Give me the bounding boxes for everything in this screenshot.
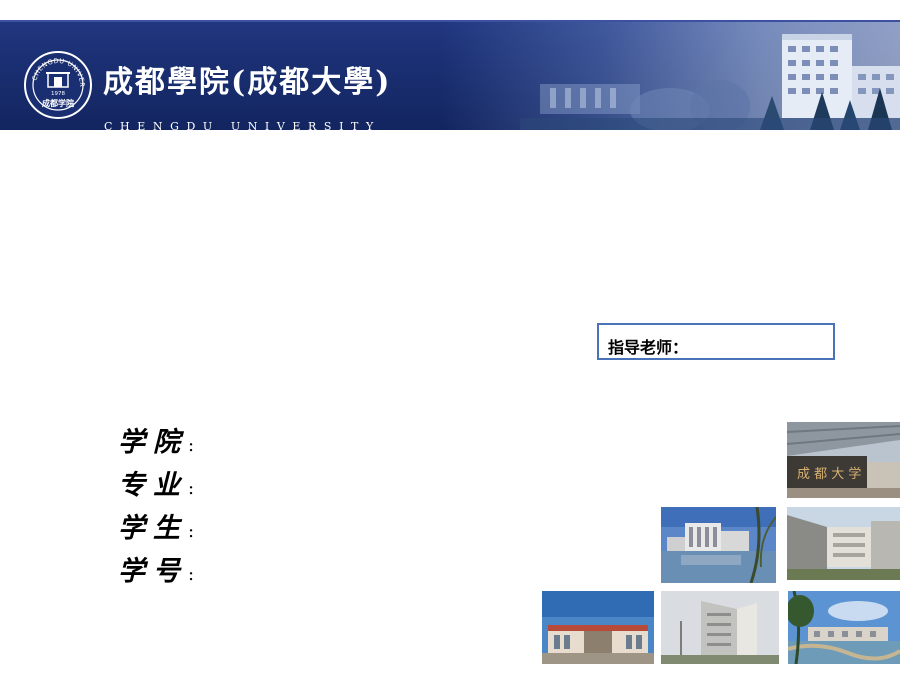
field-student-label: 学生 <box>118 513 188 544</box>
gate-caption: 成 都 大 学 <box>797 466 861 482</box>
campus-skyline-image <box>520 34 900 130</box>
field-major-colon: : <box>188 478 195 499</box>
field-major: 专业: <box>118 463 195 501</box>
field-student-id-label: 学号 <box>118 556 188 587</box>
campus-riverside-photo <box>788 591 900 664</box>
header-banner: CHENGDU UNIVERSITY 1978 成都学院 成都學院(成都大學) … <box>0 20 900 130</box>
campus-library-photo <box>542 591 654 664</box>
seal-year: 1978 <box>51 91 65 97</box>
field-college: 学院: <box>118 420 195 458</box>
field-college-colon: : <box>188 435 195 456</box>
campus-gate-photo: 成 都 大 学 <box>787 422 900 498</box>
slide-page: CHENGDU UNIVERSITY 1978 成都学院 成都學院(成都大學) … <box>0 0 900 675</box>
university-name-en: CHENGDU UNIVERSITY <box>104 120 381 130</box>
field-student-id: 学号: <box>118 549 195 587</box>
campus-plaza-photo <box>787 507 900 580</box>
university-name-cn: 成都學院(成都大學) <box>103 65 392 100</box>
seal-cn-text: 成都学院 <box>42 98 74 108</box>
campus-tall-building-photo <box>661 591 779 664</box>
advisor-field[interactable]: 指导老师： <box>597 323 835 360</box>
field-college-label: 学院 <box>118 427 188 458</box>
field-student: 学生: <box>118 506 195 544</box>
field-student-id-colon: : <box>188 564 195 585</box>
field-student-colon: : <box>188 521 195 542</box>
university-seal-icon: CHENGDU UNIVERSITY 1978 成都学院 <box>24 51 92 119</box>
advisor-label: 指导老师： <box>608 338 689 357</box>
campus-lake-building-photo <box>661 507 776 583</box>
field-major-label: 专业 <box>118 470 188 501</box>
